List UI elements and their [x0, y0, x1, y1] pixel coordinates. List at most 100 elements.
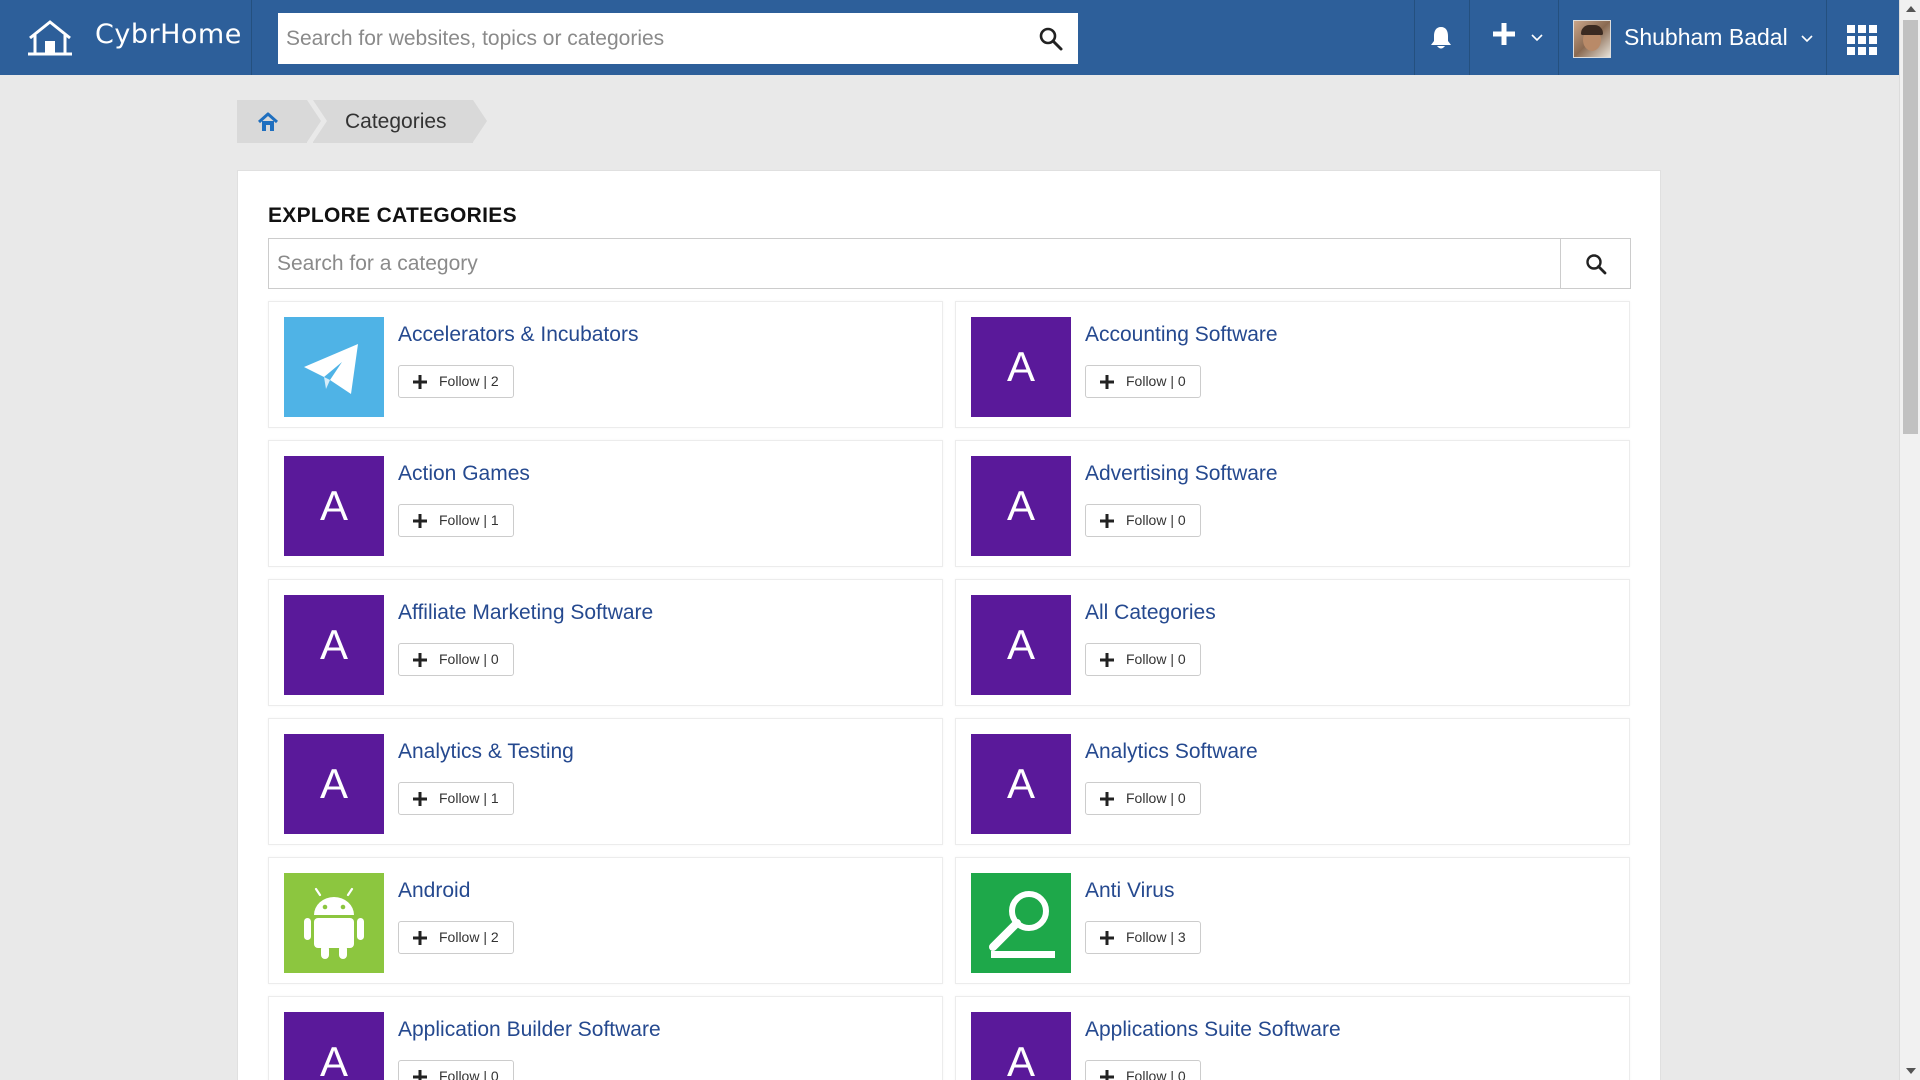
follow-count: Follow | 1	[439, 512, 499, 528]
category-title[interactable]: Accelerators & Incubators	[398, 323, 638, 347]
plus-icon	[413, 792, 427, 806]
notifications-bell-icon[interactable]	[1427, 24, 1455, 52]
top-navigation-bar: CybrHome Shubham Badal	[0, 0, 1899, 75]
category-card: Accelerators & Incubators Follow | 2	[268, 301, 943, 428]
category-title[interactable]: Android	[398, 879, 470, 903]
category-title[interactable]: Analytics Software	[1085, 740, 1258, 764]
page-title: EXPLORE CATEGORIES	[268, 204, 517, 227]
user-menu[interactable]: Shubham Badal	[1561, 0, 1826, 75]
logo-text: CybrHome	[95, 19, 242, 50]
follow-count: Follow | 0	[1126, 373, 1186, 389]
category-card: A Analytics & Testing Follow | 1	[268, 718, 943, 845]
plus-icon	[413, 1070, 427, 1080]
search-icon[interactable]	[1038, 26, 1064, 52]
category-title[interactable]: Accounting Software	[1085, 323, 1278, 347]
letter-avatar: A	[284, 1012, 384, 1080]
user-name: Shubham Badal	[1624, 24, 1788, 50]
plus-icon	[1100, 931, 1114, 945]
letter-avatar: A	[971, 595, 1071, 695]
letter-avatar: A	[971, 734, 1071, 834]
category-title[interactable]: All Categories	[1085, 601, 1216, 625]
follow-button[interactable]: Follow | 0	[1085, 504, 1201, 537]
category-title[interactable]: Action Games	[398, 462, 530, 486]
plus-icon	[413, 931, 427, 945]
category-card: A Application Builder Software Follow | …	[268, 996, 943, 1080]
follow-count: Follow | 0	[439, 1068, 499, 1080]
plus-icon	[1100, 514, 1114, 528]
follow-button[interactable]: Follow | 3	[1085, 921, 1201, 954]
letter-avatar: A	[971, 317, 1071, 417]
category-card: A Affiliate Marketing Software Follow | …	[268, 579, 943, 706]
android-icon	[284, 873, 384, 973]
letter-avatar: A	[971, 1012, 1071, 1080]
paper-plane-icon	[284, 317, 384, 417]
scroll-down-arrow-icon[interactable]	[1906, 1068, 1916, 1074]
apps-grid-icon[interactable]	[1847, 25, 1877, 55]
follow-button[interactable]: Follow | 0	[1085, 365, 1201, 398]
category-card: Android Follow | 2	[268, 857, 943, 984]
plus-icon	[1100, 653, 1114, 667]
breadcrumb-home[interactable]	[237, 100, 321, 143]
follow-button[interactable]: Follow | 0	[1085, 782, 1201, 815]
scroll-up-arrow-icon[interactable]	[1906, 6, 1916, 12]
follow-count: Follow | 2	[439, 373, 499, 389]
follow-button[interactable]: Follow | 2	[398, 365, 514, 398]
plus-icon	[1100, 1070, 1114, 1080]
create-menu-button[interactable]	[1468, 0, 1556, 75]
global-search-input[interactable]	[278, 13, 1018, 64]
follow-count: Follow | 0	[1126, 1068, 1186, 1080]
category-title[interactable]: Application Builder Software	[398, 1018, 661, 1042]
home-icon	[258, 112, 278, 131]
category-search	[268, 238, 1631, 289]
search-icon	[1586, 254, 1607, 275]
divider	[1558, 0, 1559, 75]
follow-button[interactable]: Follow | 1	[398, 504, 514, 537]
letter-avatar: A	[284, 595, 384, 695]
plus-icon	[1100, 375, 1114, 389]
category-card: A Action Games Follow | 1	[268, 440, 943, 567]
chevron-down-icon	[1531, 34, 1543, 42]
follow-button[interactable]: Follow | 0	[398, 643, 514, 676]
category-card: A All Categories Follow | 0	[955, 579, 1630, 706]
avatar	[1573, 20, 1611, 58]
vertical-scrollbar[interactable]	[1899, 0, 1920, 1080]
follow-button[interactable]: Follow | 0	[398, 1060, 514, 1080]
category-title[interactable]: Anti Virus	[1085, 879, 1175, 903]
category-title[interactable]: Applications Suite Software	[1085, 1018, 1341, 1042]
divider	[1826, 0, 1827, 75]
explore-categories-panel: EXPLORE CATEGORIES Accelerators & Incuba…	[237, 170, 1661, 1080]
follow-count: Follow | 0	[1126, 651, 1186, 667]
logo[interactable]: CybrHome	[0, 0, 252, 75]
plus-icon	[1100, 792, 1114, 806]
plus-icon	[1493, 23, 1515, 45]
plus-icon	[413, 514, 427, 528]
follow-count: Follow | 2	[439, 929, 499, 945]
category-search-input[interactable]	[269, 239, 1559, 288]
follow-button[interactable]: Follow | 2	[398, 921, 514, 954]
category-title[interactable]: Affiliate Marketing Software	[398, 601, 653, 625]
category-title[interactable]: Analytics & Testing	[398, 740, 574, 764]
category-card: A Analytics Software Follow | 0	[955, 718, 1630, 845]
letter-avatar: A	[284, 734, 384, 834]
breadcrumb-current: Categories	[313, 100, 487, 143]
follow-count: Follow | 3	[1126, 929, 1186, 945]
divider	[1414, 0, 1415, 75]
scrollbar-thumb[interactable]	[1903, 20, 1918, 434]
category-card: A Accounting Software Follow | 0	[955, 301, 1630, 428]
follow-button[interactable]: Follow | 0	[1085, 643, 1201, 676]
chevron-down-icon	[1801, 35, 1813, 43]
global-search	[278, 13, 1078, 64]
letter-avatar: A	[284, 456, 384, 556]
category-title[interactable]: Advertising Software	[1085, 462, 1278, 486]
follow-button[interactable]: Follow | 0	[1085, 1060, 1201, 1080]
category-card: Anti Virus Follow | 3	[955, 857, 1630, 984]
follow-count: Follow | 0	[1126, 512, 1186, 528]
category-card: A Advertising Software Follow | 0	[955, 440, 1630, 567]
plus-icon	[413, 375, 427, 389]
plus-icon	[413, 653, 427, 667]
follow-count: Follow | 0	[439, 651, 499, 667]
follow-count: Follow | 0	[1126, 790, 1186, 806]
magnifier-icon	[971, 873, 1071, 973]
follow-button[interactable]: Follow | 1	[398, 782, 514, 815]
category-search-button[interactable]	[1560, 239, 1630, 288]
